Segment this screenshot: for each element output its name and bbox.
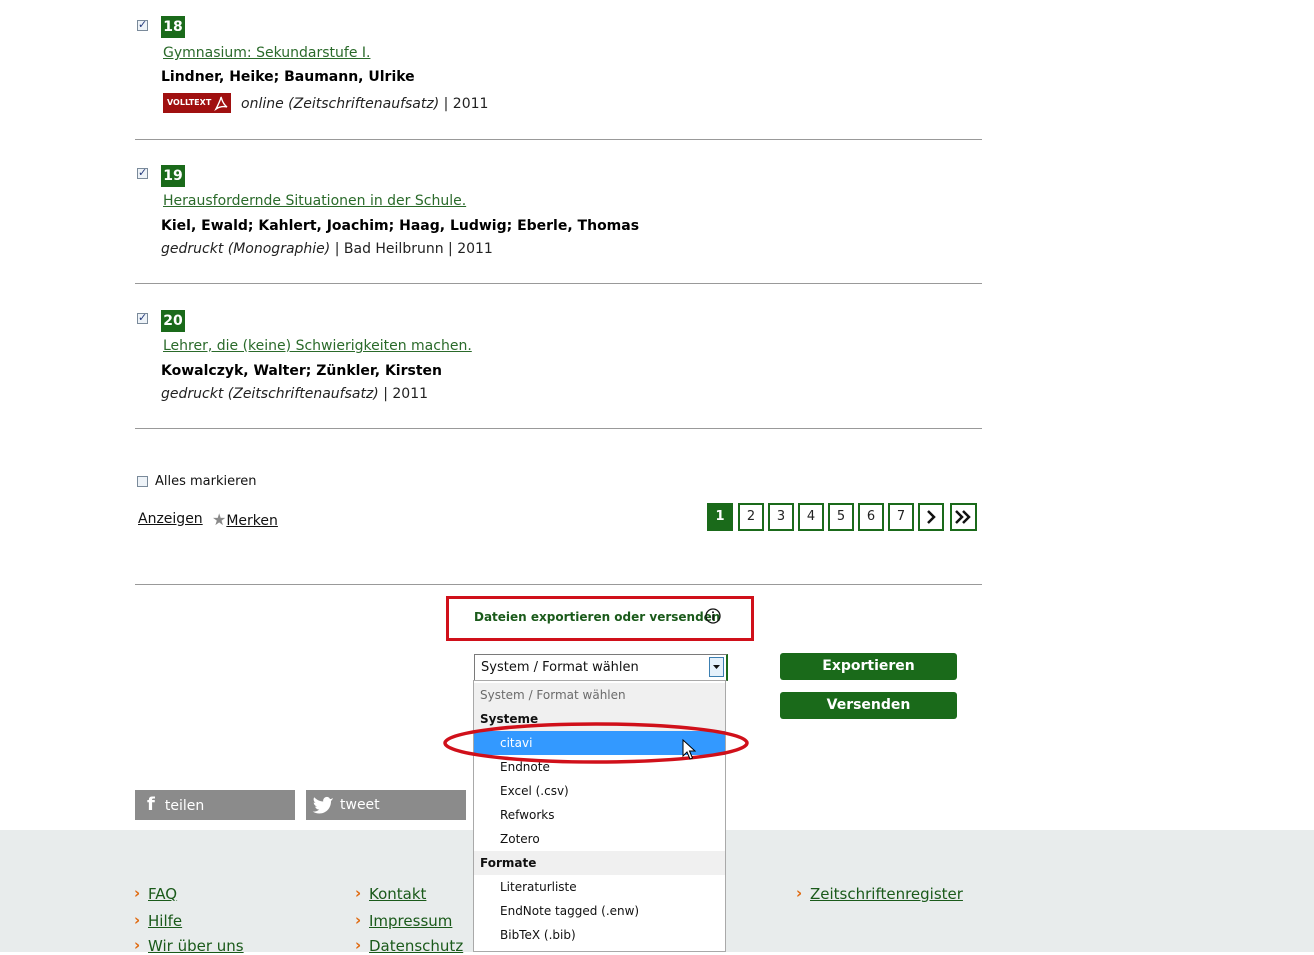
result-meta-type: gedruckt (Zeitschriftenaufsatz): [161, 386, 379, 402]
dropdown-arrow-button[interactable]: [709, 657, 724, 677]
show-link[interactable]: Anzeigen: [138, 511, 203, 527]
last-page-button[interactable]: [950, 503, 977, 531]
twitter-icon: [312, 796, 333, 814]
volltext-label: VOLLTEXT: [167, 98, 212, 107]
result-meta-type: online (Zeitschriftenaufsatz): [241, 96, 440, 112]
page-button-1[interactable]: 1: [707, 503, 733, 531]
result-title-link[interactable]: Gymnasium: Sekundarstufe I.: [163, 45, 370, 61]
select-all-label: Alles markieren: [155, 474, 257, 489]
result-divider: [135, 139, 982, 140]
result-meta: gedruckt (Zeitschriftenaufsatz) | 2011: [161, 386, 428, 402]
info-icon[interactable]: [705, 608, 721, 624]
footer-link-about[interactable]: Wir über uns: [148, 937, 244, 955]
export-heading: Dateien exportieren oder versenden: [474, 610, 721, 624]
facebook-share-label: teilen: [164, 798, 205, 814]
dropdown-group-formats: Formate: [474, 851, 725, 875]
twitter-share-button[interactable]: tweet: [306, 790, 466, 820]
chevron-right-icon: ›: [355, 936, 362, 954]
result-checkbox[interactable]: [137, 311, 148, 324]
result-number: 18: [161, 16, 185, 38]
send-button[interactable]: Versenden: [780, 692, 957, 719]
star-icon: ★: [212, 510, 227, 529]
page-button-5[interactable]: 5: [828, 503, 854, 531]
double-chevron-right-icon: [955, 510, 971, 524]
footer-link-imprint[interactable]: Impressum: [369, 912, 452, 930]
dropdown-option-literaturliste[interactable]: Literaturliste: [474, 875, 725, 899]
pdf-icon: [214, 96, 228, 111]
result-divider: [135, 283, 982, 284]
page-button-4[interactable]: 4: [798, 503, 824, 531]
result-checkbox[interactable]: [137, 18, 148, 31]
next-page-button[interactable]: [918, 503, 944, 531]
page-button-7[interactable]: 7: [888, 503, 914, 531]
chevron-right-icon: ›: [134, 936, 141, 954]
page-button-6[interactable]: 6: [858, 503, 884, 531]
facebook-icon: f: [147, 794, 155, 815]
page-button-2[interactable]: 2: [738, 503, 764, 531]
result-number: 20: [161, 310, 185, 332]
footer-link-journal-register[interactable]: Zeitschriftenregister: [810, 885, 963, 903]
footer-link-help[interactable]: Hilfe: [148, 912, 182, 930]
chevron-right-icon: ›: [134, 911, 141, 929]
export-button[interactable]: Exportieren: [780, 653, 957, 680]
chevron-right-icon: ›: [796, 884, 803, 902]
result-meta-rest: | 2011: [439, 96, 489, 112]
chevron-right-icon: [927, 510, 936, 524]
result-meta: online (Zeitschriftenaufsatz) | 2011: [241, 96, 488, 112]
footer-link-faq[interactable]: FAQ: [148, 885, 177, 903]
format-select[interactable]: System / Format wählen: [474, 654, 728, 681]
result-checkbox[interactable]: [137, 166, 148, 179]
footer-link-contact[interactable]: Kontakt: [369, 885, 426, 903]
volltext-badge[interactable]: VOLLTEXT: [163, 93, 231, 113]
result-meta-type: gedruckt (Monographie): [161, 241, 331, 257]
select-all-checkbox[interactable]: [137, 476, 148, 487]
dropdown-option-endnote-tagged[interactable]: EndNote tagged (.enw): [474, 899, 725, 923]
result-title-link[interactable]: Herausfordernde Situationen in der Schul…: [163, 193, 466, 209]
section-divider: [135, 584, 982, 585]
format-select-value: System / Format wählen: [481, 660, 639, 675]
result-meta: gedruckt (Monographie) | Bad Heilbrunn |…: [161, 241, 493, 257]
dropdown-option-excel[interactable]: Excel (.csv): [474, 779, 725, 803]
dropdown-placeholder-option[interactable]: System / Format wählen: [474, 683, 725, 707]
result-authors: Kowalczyk, Walter; Zünkler, Kirsten: [161, 363, 442, 379]
result-meta-rest: | 2011: [378, 386, 429, 402]
result-number: 19: [161, 165, 185, 187]
footer-link-privacy[interactable]: Datenschutz: [369, 937, 463, 955]
result-authors: Lindner, Heike; Baumann, Ulrike: [161, 69, 415, 85]
remember-action[interactable]: ★Merken: [212, 510, 278, 529]
mouse-cursor-icon: [682, 739, 696, 760]
citavi-highlight-ellipse: [443, 722, 749, 764]
chevron-down-icon: [713, 665, 720, 669]
facebook-share-button[interactable]: f teilen: [135, 790, 295, 820]
chevron-right-icon: ›: [134, 884, 141, 902]
result-title-link[interactable]: Lehrer, die (keine) Schwierigkeiten mach…: [163, 338, 472, 354]
remember-link[interactable]: Merken: [226, 513, 278, 529]
result-authors: Kiel, Ewald; Kahlert, Joachim; Haag, Lud…: [161, 218, 640, 234]
result-meta-rest: | Bad Heilbrunn | 2011: [330, 241, 493, 257]
chevron-right-icon: ›: [355, 911, 362, 929]
chevron-right-icon: ›: [355, 884, 362, 902]
dropdown-option-refworks[interactable]: Refworks: [474, 803, 725, 827]
twitter-share-label: tweet: [340, 797, 380, 813]
dropdown-option-zotero[interactable]: Zotero: [474, 827, 725, 851]
page-button-3[interactable]: 3: [768, 503, 794, 531]
dropdown-option-bibtex[interactable]: BibTeX (.bib): [474, 923, 725, 947]
result-divider: [135, 428, 982, 429]
